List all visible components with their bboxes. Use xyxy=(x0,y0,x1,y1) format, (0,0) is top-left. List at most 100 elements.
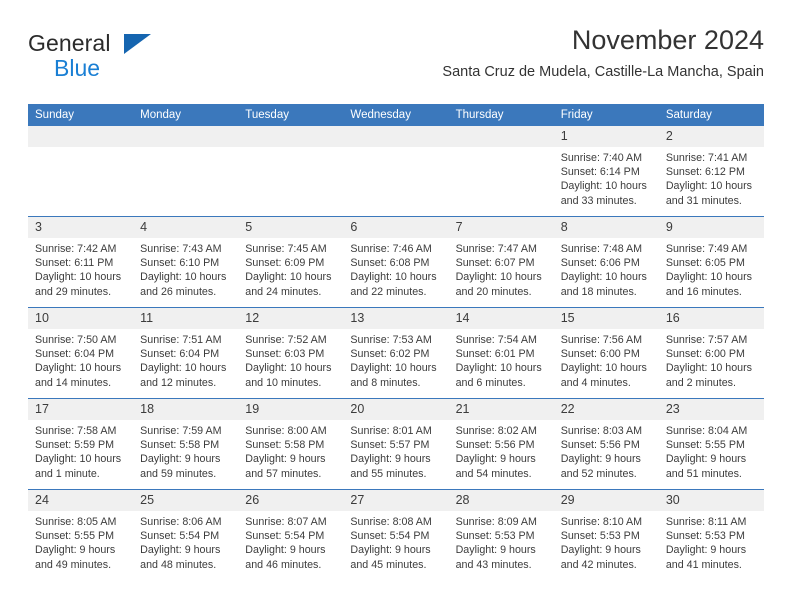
sunset-time: Sunset: 6:08 PM xyxy=(350,257,430,270)
calendar-day-cell[interactable]: 25 Sunrise: 8:06 AM Sunset: 5:54 PM Dayligh… xyxy=(133,489,239,580)
day-number: 25 xyxy=(133,490,239,511)
logo-text-blue: Blue xyxy=(54,55,101,81)
sunrise-time: Sunrise: 7:57 AM xyxy=(665,334,748,346)
calendar-day-cell[interactable]: 4 Sunrise: 7:43 AM Sunset: 6:10 PM Daylight… xyxy=(133,216,239,308)
weekday-header-thursday: Thursday xyxy=(448,104,554,126)
day-number: 26 xyxy=(238,490,344,511)
calendar-day-cell[interactable]: 7 Sunrise: 7:47 AM Sunset: 6:07 PM Daylight… xyxy=(448,216,554,308)
calendar-day-cell[interactable]: 14 Sunrise: 7:54 AM Sunset: 6:01 PM Dayligh… xyxy=(448,307,554,399)
day-details: Sunrise: 7:57 AM Sunset: 6:00 PM Daylight:… xyxy=(659,329,764,390)
calendar-day-cell[interactable]: 17 Sunrise: 7:58 AM Sunset: 5:59 PM Dayligh… xyxy=(28,398,134,490)
daylight-duration: Daylight: 9 hours and 42 minutes. xyxy=(560,544,641,571)
sunset-time: Sunset: 5:55 PM xyxy=(665,439,745,452)
calendar-day-cell[interactable]: 30 Sunrise: 8:11 AM Sunset: 5:53 PM Dayligh… xyxy=(658,489,764,580)
calendar-day-cell[interactable]: 1 Sunrise: 7:40 AM Sunset: 6:14 PM Daylight… xyxy=(553,126,659,217)
sunset-time: Sunset: 6:00 PM xyxy=(560,348,640,361)
sunrise-time: Sunrise: 7:54 AM xyxy=(455,334,537,346)
logo-text-general: General xyxy=(28,30,111,56)
daylight-duration: Daylight: 10 hours and 18 minutes. xyxy=(560,271,647,298)
sunset-time: Sunset: 5:54 PM xyxy=(245,530,325,543)
calendar-day-cell[interactable]: 12 Sunrise: 7:52 AM Sunset: 6:03 PM Dayligh… xyxy=(238,307,344,399)
calendar-day-cell[interactable]: 24 Sunrise: 8:05 AM Sunset: 5:55 PM Dayligh… xyxy=(28,489,134,580)
day-number: 9 xyxy=(658,217,764,238)
calendar-day-cell[interactable]: 3 Sunrise: 7:42 AM Sunset: 6:11 PM Daylight… xyxy=(28,216,134,308)
masthead: General Blue November 2024 Santa Cruz de… xyxy=(28,24,764,96)
day-number: 27 xyxy=(343,490,449,511)
sunrise-time: Sunrise: 7:48 AM xyxy=(560,243,643,255)
sunset-time: Sunset: 6:02 PM xyxy=(350,348,430,361)
page-title: November 2024 xyxy=(571,25,764,55)
sunrise-time: Sunrise: 8:05 AM xyxy=(35,516,117,528)
sunset-time: Sunset: 5:58 PM xyxy=(140,439,220,452)
calendar-day-cell[interactable]: 13 Sunrise: 7:53 AM Sunset: 6:02 PM Dayligh… xyxy=(343,307,449,399)
sunset-time: Sunset: 5:53 PM xyxy=(665,530,745,543)
sunset-time: Sunset: 6:10 PM xyxy=(140,257,220,270)
sunset-time: Sunset: 6:04 PM xyxy=(140,348,220,361)
calendar-day-cell[interactable]: 29 Sunrise: 8:10 AM Sunset: 5:53 PM Dayligh… xyxy=(553,489,659,580)
calendar-empty-cell xyxy=(343,126,449,217)
calendar-day-cell[interactable]: 20 Sunrise: 8:01 AM Sunset: 5:57 PM Dayligh… xyxy=(343,398,449,490)
day-number: 10 xyxy=(28,308,134,329)
sunset-time: Sunset: 6:03 PM xyxy=(245,348,325,361)
calendar-day-cell[interactable]: 21 Sunrise: 8:02 AM Sunset: 5:56 PM Dayligh… xyxy=(448,398,554,490)
daylight-duration: Daylight: 9 hours and 57 minutes. xyxy=(245,453,326,480)
sunrise-time: Sunrise: 8:11 AM xyxy=(665,516,747,528)
day-number: 6 xyxy=(343,217,449,238)
calendar-day-cell[interactable]: 10 Sunrise: 7:50 AM Sunset: 6:04 PM Dayligh… xyxy=(28,307,134,399)
calendar-day-cell[interactable]: 16 Sunrise: 7:57 AM Sunset: 6:00 PM Dayligh… xyxy=(658,307,764,399)
sunrise-time: Sunrise: 7:50 AM xyxy=(35,334,117,346)
day-number: 16 xyxy=(658,308,764,329)
day-details: Sunrise: 7:40 AM Sunset: 6:14 PM Daylight:… xyxy=(554,147,659,208)
calendar-day-cell[interactable]: 9 Sunrise: 7:49 AM Sunset: 6:05 PM Daylight… xyxy=(658,216,764,308)
daylight-duration: Daylight: 9 hours and 52 minutes. xyxy=(560,453,641,480)
weekday-header-friday: Friday xyxy=(553,104,659,126)
day-details: Sunrise: 7:47 AM Sunset: 6:07 PM Daylight:… xyxy=(449,238,554,299)
day-details: Sunrise: 8:04 AM Sunset: 5:55 PM Daylight:… xyxy=(659,420,764,481)
calendar-day-cell[interactable]: 6 Sunrise: 7:46 AM Sunset: 6:08 PM Daylight… xyxy=(343,216,449,308)
sunrise-time: Sunrise: 7:51 AM xyxy=(140,334,222,346)
daylight-duration: Daylight: 9 hours and 51 minutes. xyxy=(665,453,747,480)
calendar-day-cell[interactable]: 22 Sunrise: 8:03 AM Sunset: 5:56 PM Dayligh… xyxy=(553,398,659,490)
calendar-day-cell[interactable]: 5 Sunrise: 7:45 AM Sunset: 6:09 PM Daylight… xyxy=(238,216,344,308)
day-details: Sunrise: 8:03 AM Sunset: 5:56 PM Daylight:… xyxy=(554,420,659,481)
general-blue-logo[interactable]: General Blue xyxy=(28,30,178,86)
day-details: Sunrise: 7:49 AM Sunset: 6:05 PM Daylight:… xyxy=(659,238,764,299)
sunset-time: Sunset: 5:54 PM xyxy=(140,530,220,543)
calendar-day-cell[interactable]: 26 Sunrise: 8:07 AM Sunset: 5:54 PM Dayligh… xyxy=(238,489,344,580)
day-details: Sunrise: 8:10 AM Sunset: 5:53 PM Daylight:… xyxy=(554,511,659,572)
calendar-day-cell[interactable]: 28 Sunrise: 8:09 AM Sunset: 5:53 PM Dayligh… xyxy=(448,489,554,580)
calendar-day-cell[interactable]: 18 Sunrise: 7:59 AM Sunset: 5:58 PM Dayligh… xyxy=(133,398,239,490)
calendar-day-cell[interactable]: 15 Sunrise: 7:56 AM Sunset: 6:00 PM Dayligh… xyxy=(553,307,659,399)
sunset-time: Sunset: 6:12 PM xyxy=(665,166,745,179)
day-number xyxy=(28,126,134,147)
sunset-time: Sunset: 5:59 PM xyxy=(35,439,115,452)
day-details: Sunrise: 8:09 AM Sunset: 5:53 PM Daylight:… xyxy=(449,511,554,572)
calendar-day-cell[interactable]: 11 Sunrise: 7:51 AM Sunset: 6:04 PM Dayligh… xyxy=(133,307,239,399)
calendar-day-cell[interactable]: 23 Sunrise: 8:04 AM Sunset: 5:55 PM Dayligh… xyxy=(658,398,764,490)
sunset-time: Sunset: 6:04 PM xyxy=(35,348,115,361)
calendar-day-cell[interactable]: 27 Sunrise: 8:08 AM Sunset: 5:54 PM Dayligh… xyxy=(343,489,449,580)
calendar-header-row: Sunday Monday Tuesday Wednesday Thursday… xyxy=(28,104,764,126)
calendar-day-cell[interactable]: 19 Sunrise: 8:00 AM Sunset: 5:58 PM Dayligh… xyxy=(238,398,344,490)
day-number: 2 xyxy=(658,126,764,147)
calendar-day-cell[interactable]: 2 Sunrise: 7:41 AM Sunset: 6:12 PM Daylight… xyxy=(658,126,764,217)
daylight-duration: Daylight: 10 hours and 14 minutes. xyxy=(35,362,122,389)
calendar-week-row: 24 Sunrise: 8:05 AM Sunset: 5:55 PM Dayligh… xyxy=(28,489,764,580)
sunset-time: Sunset: 5:54 PM xyxy=(350,530,430,543)
daylight-duration: Daylight: 10 hours and 6 minutes. xyxy=(455,362,542,389)
sunrise-time: Sunrise: 8:06 AM xyxy=(140,516,222,528)
day-number: 18 xyxy=(133,399,239,420)
daylight-duration: Daylight: 10 hours and 24 minutes. xyxy=(245,271,332,298)
sunset-time: Sunset: 6:07 PM xyxy=(455,257,535,270)
day-number: 8 xyxy=(553,217,659,238)
calendar-day-cell[interactable]: 8 Sunrise: 7:48 AM Sunset: 6:06 PM Daylight… xyxy=(553,216,659,308)
weekday-header-row: Sunday Monday Tuesday Wednesday Thursday… xyxy=(28,104,764,126)
calendar-empty-cell xyxy=(133,126,239,217)
sunrise-time: Sunrise: 7:40 AM xyxy=(560,152,643,164)
calendar-empty-cell xyxy=(238,126,344,217)
daylight-duration: Daylight: 9 hours and 41 minutes. xyxy=(665,544,747,571)
day-details: Sunrise: 7:59 AM Sunset: 5:58 PM Daylight:… xyxy=(133,420,238,481)
day-number: 17 xyxy=(28,399,134,420)
sunset-time: Sunset: 5:55 PM xyxy=(35,530,115,543)
sunrise-time: Sunrise: 7:47 AM xyxy=(455,243,537,255)
